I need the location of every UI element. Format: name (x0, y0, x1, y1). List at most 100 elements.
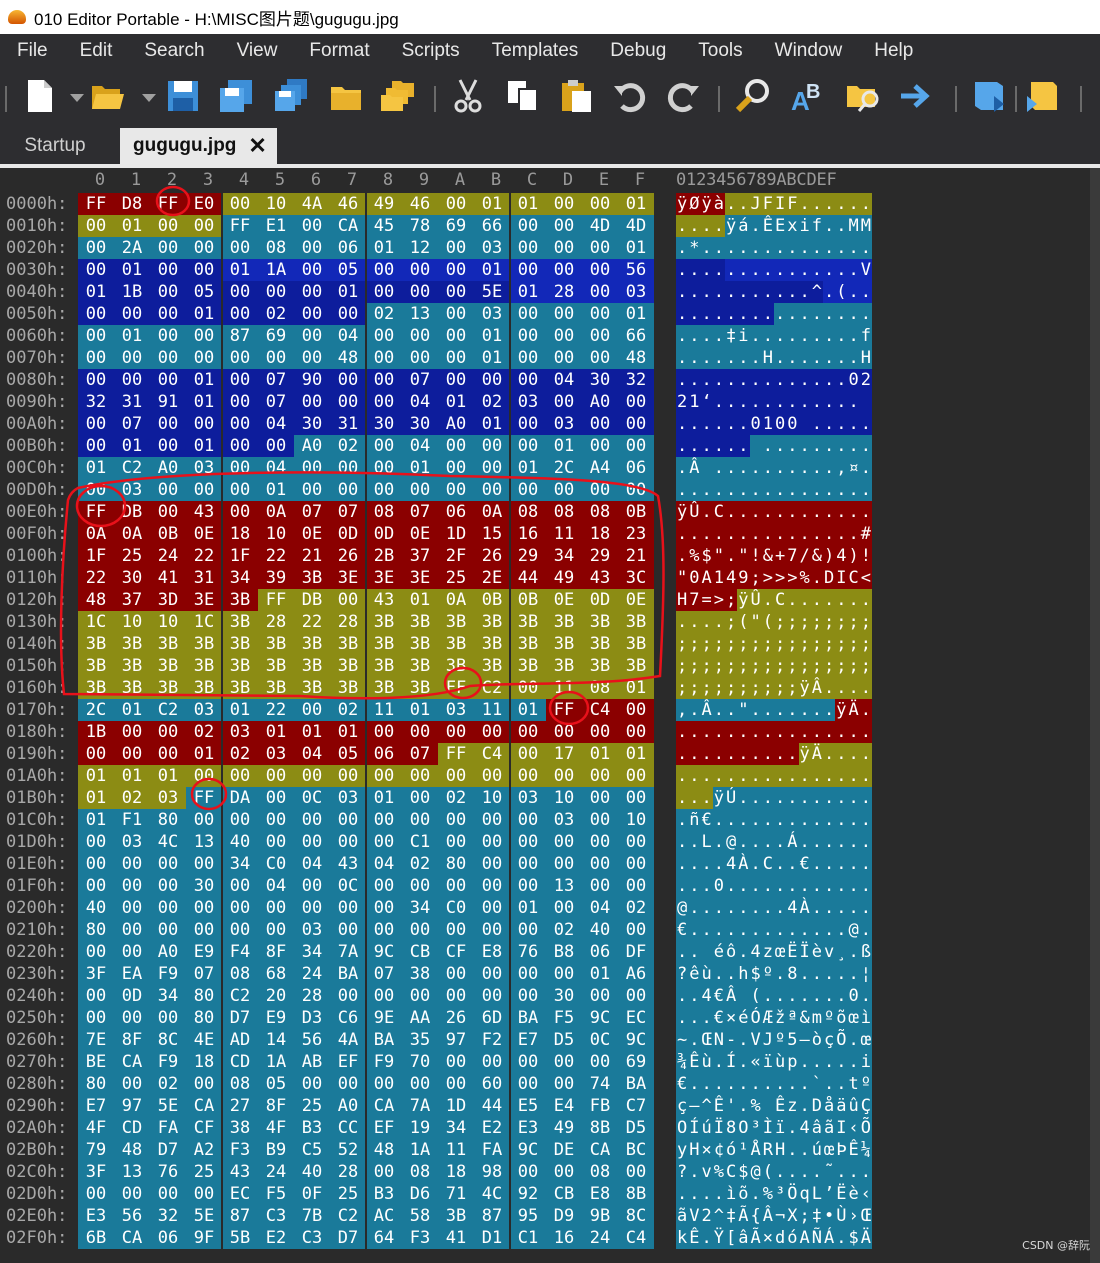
ascii-char[interactable]: + (774, 545, 787, 567)
hex-byte[interactable]: 00 (582, 237, 618, 259)
ascii-char[interactable]: . (725, 193, 738, 215)
ascii-char[interactable]: L (700, 831, 713, 853)
ascii-char[interactable]: . (774, 1161, 787, 1183)
ascii-char[interactable]: ; (798, 611, 811, 633)
ascii-char[interactable]: . (835, 391, 848, 413)
ascii-char[interactable] (700, 457, 713, 479)
ascii-char[interactable]: . (786, 501, 799, 523)
ascii-char[interactable]: . (835, 193, 848, 215)
hex-byte[interactable]: 9C (618, 1029, 654, 1051)
ascii-char[interactable]: . (798, 963, 811, 985)
ascii-char[interactable]: Â (725, 985, 738, 1007)
hex-byte[interactable]: 2C (78, 699, 114, 721)
ascii-char[interactable]: v (700, 1161, 713, 1183)
hex-byte[interactable]: 01 (186, 369, 222, 391)
hex-byte[interactable]: 00 (402, 809, 438, 831)
hex-byte[interactable]: 00 (366, 897, 402, 919)
ascii-char[interactable]: ˜ (823, 1161, 836, 1183)
hex-byte[interactable]: B3 (366, 1183, 402, 1205)
ascii-char[interactable]: . (798, 809, 811, 831)
ascii-char[interactable]: > (712, 589, 725, 611)
hex-byte[interactable]: 0A (114, 523, 150, 545)
ascii-char[interactable]: Ó (749, 1007, 762, 1029)
ascii-char[interactable]: L (810, 1183, 823, 1205)
ascii-char[interactable]: . (700, 413, 713, 435)
ascii-char[interactable]: . (786, 1139, 799, 1161)
hex-byte[interactable]: 00 (474, 853, 510, 875)
hex-byte[interactable]: 03 (330, 787, 366, 809)
hex-byte[interactable]: 00 (294, 809, 330, 831)
hex-byte[interactable]: 3B (114, 655, 150, 677)
ascii-char[interactable]: 4 (798, 1117, 811, 1139)
ascii-char[interactable]: . (761, 1073, 774, 1095)
hex-byte[interactable]: 01 (114, 699, 150, 721)
hex-byte[interactable]: 69 (258, 325, 294, 347)
hex-byte[interactable]: 05 (330, 743, 366, 765)
hex-byte[interactable]: D1 (474, 1227, 510, 1249)
hex-byte[interactable]: D5 (546, 1029, 582, 1051)
ascii-char[interactable]: ¾ (676, 1051, 689, 1073)
ascii-char[interactable]: . (823, 303, 836, 325)
ascii-char[interactable]: . (774, 347, 787, 369)
hex-byte[interactable]: 24 (150, 545, 186, 567)
hex-byte[interactable]: 00 (510, 1073, 546, 1095)
ascii-char[interactable]: . (676, 413, 689, 435)
hex-byte[interactable]: 58 (402, 1205, 438, 1227)
hex-byte[interactable]: 10 (114, 611, 150, 633)
hex-byte[interactable]: 34 (294, 941, 330, 963)
hex-byte[interactable]: 00 (402, 347, 438, 369)
hex-byte[interactable]: 45 (366, 215, 402, 237)
hex-byte[interactable]: 3B (546, 611, 582, 633)
hex-byte[interactable]: F5 (546, 1007, 582, 1029)
hex-byte[interactable]: 00 (438, 435, 474, 457)
ascii-char[interactable]: C (712, 501, 725, 523)
hex-byte[interactable]: 22 (294, 611, 330, 633)
hex-byte[interactable]: 08 (546, 501, 582, 523)
ascii-char[interactable]: . (847, 963, 860, 985)
hex-byte[interactable]: 40 (78, 897, 114, 919)
ascii-char[interactable]: . (810, 919, 823, 941)
ascii-char[interactable]: — (798, 1029, 811, 1051)
ascii-char[interactable]: ï (761, 1051, 774, 1073)
ascii-char[interactable]: . (700, 1183, 713, 1205)
hex-byte[interactable]: 5E (186, 1205, 222, 1227)
hex-byte[interactable]: 4D (582, 215, 618, 237)
ascii-char[interactable]: . (859, 413, 872, 435)
hex-byte[interactable]: 13 (114, 1161, 150, 1183)
ascii-char[interactable]: . (835, 369, 848, 391)
hex-byte[interactable]: 0C (294, 787, 330, 809)
ascii-char[interactable]: . (823, 853, 836, 875)
hex-byte[interactable]: E5 (510, 1095, 546, 1117)
hex-byte[interactable]: 28 (294, 985, 330, 1007)
chevron-down-icon[interactable] (142, 94, 156, 102)
hex-byte[interactable]: 00 (186, 1183, 222, 1205)
ascii-char[interactable]: . (749, 369, 762, 391)
ascii-char[interactable]: ó (786, 1227, 799, 1249)
hex-byte[interactable]: 3C (618, 567, 654, 589)
hex-byte[interactable]: 01 (618, 237, 654, 259)
hex-byte[interactable]: 3B (618, 611, 654, 633)
hex-byte[interactable]: 00 (186, 413, 222, 435)
ascii-char[interactable]: , (676, 699, 689, 721)
ascii-char[interactable]: . (847, 501, 860, 523)
ascii-char[interactable]: œ (823, 1139, 836, 1161)
hex-byte[interactable]: 02 (402, 853, 438, 875)
hex-byte[interactable]: 3B (438, 655, 474, 677)
ascii-char[interactable]: . (810, 699, 823, 721)
hex-byte[interactable]: 41 (438, 1227, 474, 1249)
hex-byte[interactable]: 00 (438, 831, 474, 853)
goto-icon[interactable] (898, 78, 934, 114)
hex-byte[interactable]: 3B (258, 655, 294, 677)
ascii-char[interactable]: 2 (700, 1205, 713, 1227)
ascii-char[interactable]: A (798, 1227, 811, 1249)
hex-byte[interactable]: 0E (546, 589, 582, 611)
ascii-char[interactable]: . (823, 985, 836, 1007)
hex-byte[interactable]: 06 (438, 501, 474, 523)
hex-byte[interactable]: 11 (546, 523, 582, 545)
hex-byte[interactable]: 01 (510, 457, 546, 479)
ascii-char[interactable]: Ñ (810, 1227, 823, 1249)
ascii-char[interactable]: á (737, 215, 750, 237)
ascii-char[interactable]: . (798, 721, 811, 743)
ascii-char[interactable]: 5 (786, 1029, 799, 1051)
hex-byte[interactable]: F9 (150, 1051, 186, 1073)
